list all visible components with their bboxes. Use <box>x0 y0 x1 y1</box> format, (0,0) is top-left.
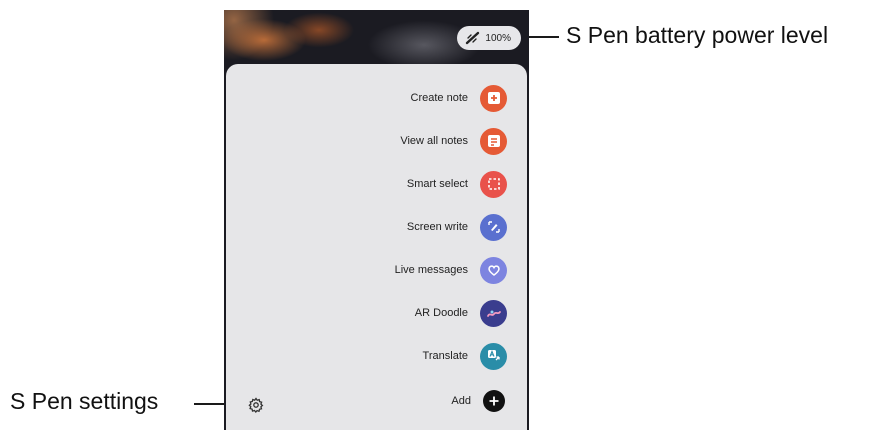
live-messages-icon <box>480 256 507 284</box>
menu-item-label: Translate <box>422 350 468 362</box>
air-command-panel: Create note View all notes Smart select <box>226 64 527 430</box>
menu-item-ar-doodle[interactable]: AR Doodle <box>415 299 507 327</box>
translate-icon <box>480 342 507 370</box>
s-pen-battery-indicator: 100% <box>457 26 521 50</box>
screen-write-icon <box>480 213 507 241</box>
s-pen-icon <box>466 31 480 45</box>
menu-item-label: View all notes <box>400 135 468 147</box>
smart-select-icon <box>480 170 507 198</box>
menu-item-live-messages[interactable]: Live messages <box>395 256 507 284</box>
menu-item-create-note[interactable]: Create note <box>411 84 507 112</box>
menu-item-screen-write[interactable]: Screen write <box>407 213 507 241</box>
menu-item-label: Live messages <box>394 264 468 276</box>
menu-item-label: Screen write <box>406 221 468 233</box>
settings-callout-label: S Pen settings <box>10 388 159 414</box>
create-note-icon <box>480 84 507 112</box>
menu-item-translate[interactable]: Translate <box>423 342 507 370</box>
gear-icon[interactable] <box>248 397 264 413</box>
menu-item-add[interactable]: Add <box>451 387 507 415</box>
add-icon <box>483 390 505 412</box>
menu-item-label: Add <box>451 395 471 407</box>
menu-item-label: AR Doodle <box>414 307 468 319</box>
menu-item-label: Create note <box>410 92 468 104</box>
menu-item-view-all-notes[interactable]: View all notes <box>400 127 507 155</box>
menu-item-label: Smart select <box>406 178 468 190</box>
ar-doodle-icon <box>480 299 507 327</box>
battery-level: 100% <box>485 32 511 44</box>
phone-screen: 100% Create note View all notes Smart se… <box>224 10 529 430</box>
view-all-notes-icon <box>480 127 507 155</box>
battery-callout-line <box>527 36 559 38</box>
battery-callout-label: S Pen battery power level <box>566 22 829 48</box>
menu-item-smart-select[interactable]: Smart select <box>407 170 507 198</box>
